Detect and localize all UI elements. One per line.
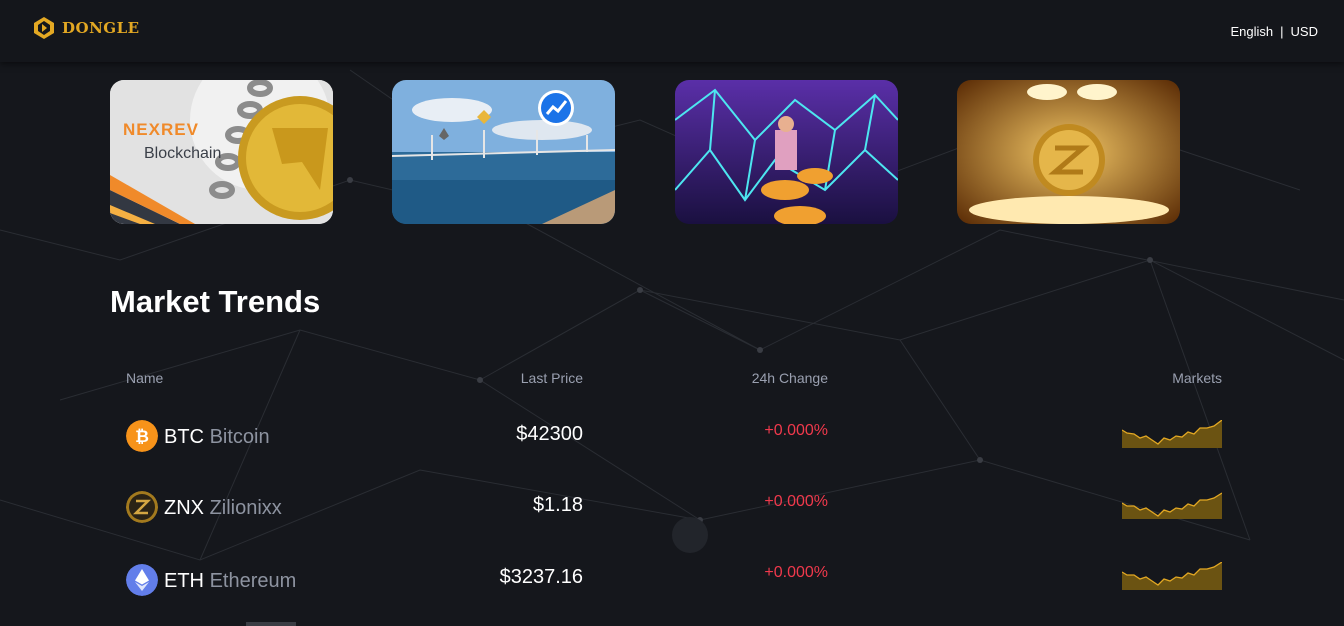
brand-name: DONGLE: [62, 19, 140, 37]
market-sparkline: [1122, 492, 1222, 519]
market-sparkline: [1122, 562, 1222, 590]
change-24h: +0.000%: [764, 564, 828, 581]
market-sparkline: [1122, 420, 1222, 448]
svg-text:₿: ₿: [135, 427, 149, 447]
last-price: $1.18: [532, 494, 583, 516]
last-price: $42300: [516, 423, 583, 445]
market-trends-title: Market Trends: [110, 284, 321, 319]
top-header: DONGLE English | USD: [0, 0, 1344, 62]
nexrev-banner[interactable]: NEXREV Blockchain: [110, 80, 333, 224]
dongle-logo-icon: [34, 17, 54, 39]
column-name: Name: [126, 370, 164, 386]
coin-symbol: BTC: [164, 426, 204, 448]
coin-symbol: ETH: [164, 570, 204, 592]
table-row[interactable]: ₿ BTC Bitcoin $42300 +0.000%: [110, 412, 1230, 472]
coin-name: Ethereum: [209, 570, 297, 592]
change-24h: +0.000%: [764, 493, 828, 510]
coin-label: ETH Ethereum: [164, 570, 296, 593]
bridge-banner[interactable]: [392, 80, 615, 224]
network-banner-art: [675, 80, 898, 224]
column-24h-change: 24h Change: [751, 370, 828, 386]
coin-name: Bitcoin: [209, 426, 270, 448]
coin-symbol: ZNX: [164, 497, 204, 519]
gold-coin-banner-art: [957, 80, 1180, 224]
network-banner[interactable]: [675, 80, 898, 224]
coin-label: ZNX Zilionixx: [164, 497, 282, 520]
gold-coin-banner[interactable]: [957, 80, 1180, 224]
currency-selector[interactable]: USD: [1291, 24, 1318, 39]
bitcoin-icon: ₿: [126, 420, 158, 452]
header-separator: |: [1280, 24, 1284, 39]
table-row[interactable]: ZNX Zilionixx $1.18 +0.000%: [110, 483, 1230, 543]
bridge-banner-art: [392, 80, 615, 224]
coin-label: BTC Bitcoin: [164, 426, 270, 449]
table-row[interactable]: ETH Ethereum $3237.16 +0.000%: [110, 554, 1230, 614]
ethereum-icon: [126, 564, 158, 596]
header-settings: English | USD: [1231, 24, 1318, 39]
zilionixx-icon: [126, 491, 158, 523]
coin-name: Zilionixx: [209, 497, 282, 519]
nexrev-subtitle: Blockchain: [144, 145, 222, 162]
brand-logo[interactable]: DONGLE: [32, 16, 140, 40]
column-markets: Markets: [1172, 370, 1222, 386]
column-last-price: Last Price: [520, 370, 583, 386]
last-price: $3237.16: [499, 566, 583, 588]
language-selector[interactable]: English: [1231, 24, 1274, 39]
change-24h: +0.000%: [764, 422, 828, 439]
scroll-indicator[interactable]: [246, 622, 296, 626]
nexrev-title: NEXREV: [123, 120, 199, 139]
